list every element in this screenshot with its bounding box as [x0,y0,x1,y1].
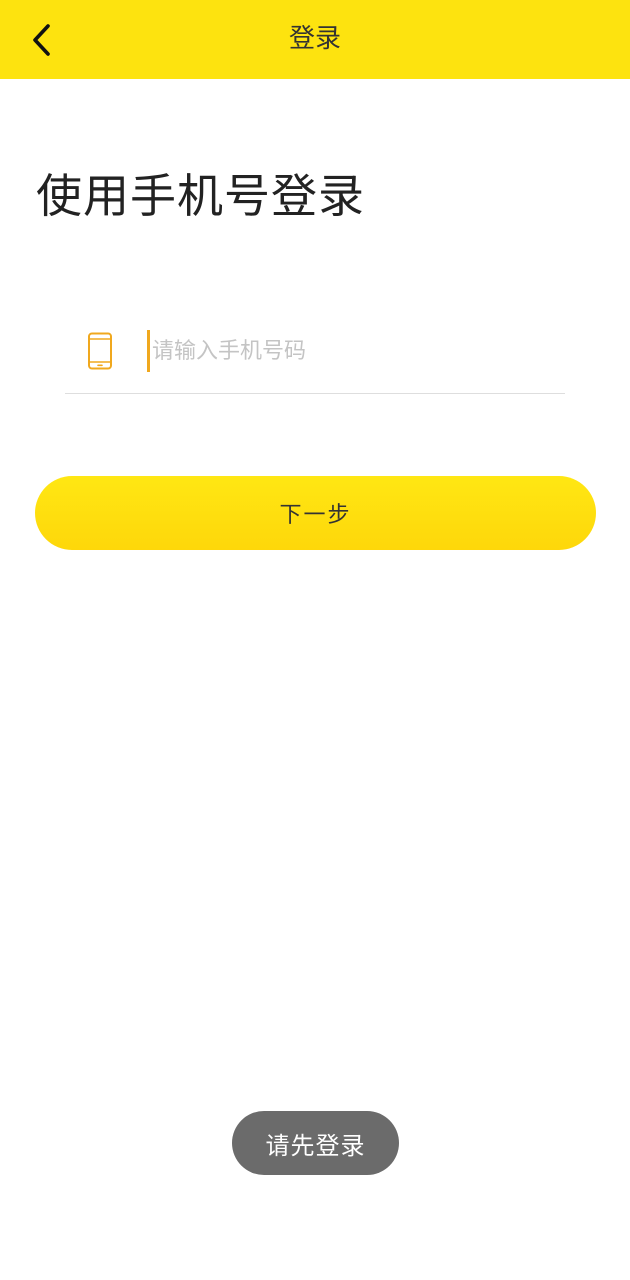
login-heading: 使用手机号登录 [36,169,365,223]
mobile-phone-icon [88,332,112,370]
phone-number-input[interactable] [147,330,547,372]
page-title: 登录 [288,24,341,54]
toast-message: 请先登录 [232,1111,399,1175]
next-step-button[interactable]: 下一步 [35,476,596,550]
phone-field-row [65,310,565,394]
app-bar: 登录 [0,0,630,79]
